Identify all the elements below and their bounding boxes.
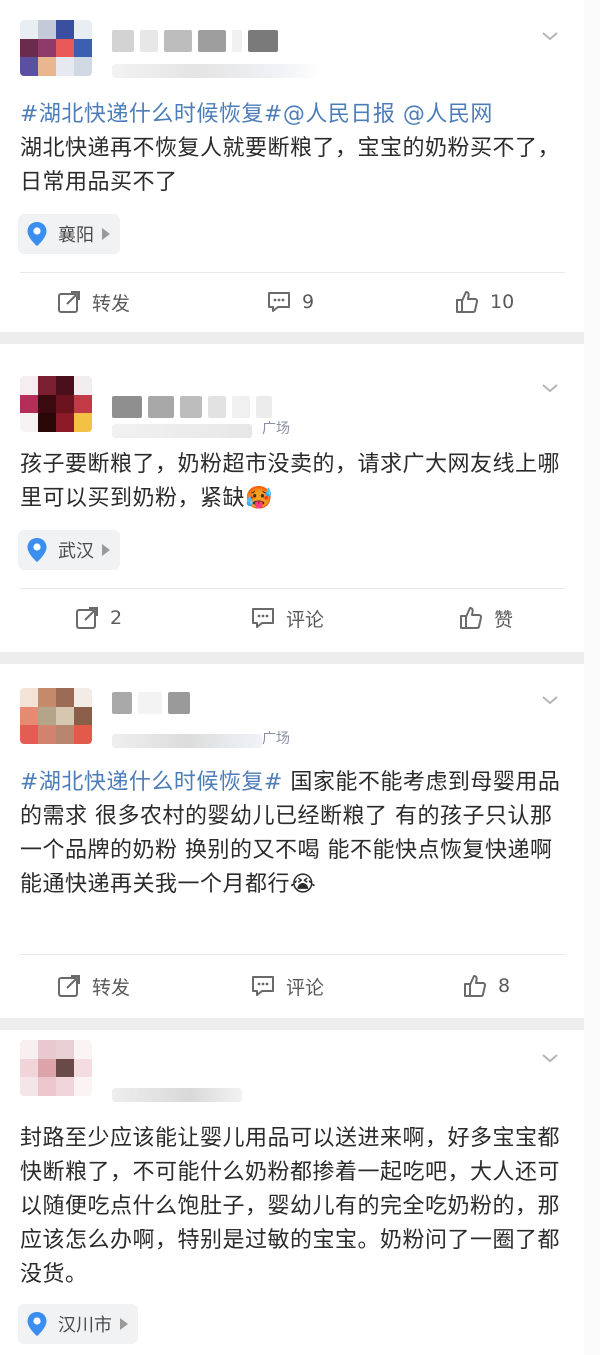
repost-button[interactable]: 转发 (56, 973, 130, 1000)
location-pin-icon (27, 538, 47, 562)
post-meta-blurred (112, 424, 252, 438)
location-label: 武汉 (58, 541, 94, 562)
thumbs-up-icon (456, 291, 479, 313)
avatar[interactable] (20, 688, 92, 744)
feed-separator (0, 652, 584, 664)
like-button[interactable]: 10 (454, 289, 514, 315)
post-text: 封路至少应该能让婴儿用品可以送进来啊，好多宝宝都快断粮了，不可能什么奶粉都掺着一… (20, 1122, 565, 1292)
chevron-right-icon (102, 544, 110, 556)
chevron-right-icon (120, 1318, 128, 1330)
username-blurred[interactable] (112, 692, 190, 714)
comment-label: 评论 (286, 976, 325, 999)
mention-link[interactable]: @人民网 (403, 102, 493, 127)
topic-link[interactable]: #湖北快递什么时候恢复# (20, 102, 283, 127)
post-body: 孩子要断粮了，奶粉超市没卖的，请求广大网友线上哪里可以买到奶粉，紧缺🥵 (20, 452, 561, 511)
comment-icon (268, 292, 290, 312)
location-pin-icon (27, 1312, 47, 1336)
location-label: 汉川市 (58, 1315, 112, 1336)
comment-button[interactable]: 9 (266, 289, 314, 315)
post-meta-blurred (112, 1088, 242, 1102)
share-icon (58, 975, 80, 997)
chevron-down-icon[interactable] (538, 24, 562, 48)
avatar[interactable] (20, 20, 92, 76)
chevron-down-icon[interactable] (538, 1046, 562, 1070)
post-source: 广场 (262, 421, 290, 437)
username-blurred[interactable] (112, 396, 272, 418)
post-text: #湖北快递什么时候恢复# 国家能不能考虑到母婴用品的需求 很多农村的婴幼儿已经断… (20, 766, 565, 902)
post-body: 湖北快递再不恢复人就要断粮了，宝宝的奶粉买不了，日常用品买不了 (20, 136, 561, 195)
like-button[interactable]: 8 (462, 973, 510, 999)
post-meta-blurred (112, 64, 322, 78)
post-card-4[interactable]: 封路至少应该能让婴儿用品可以送进来啊，好多宝宝都快断粮了，不可能什么奶粉都掺着一… (0, 1040, 584, 1355)
repost-count: 2 (110, 607, 123, 629)
location-tag[interactable]: 襄阳 (18, 214, 120, 254)
topic-link[interactable]: #湖北快递什么时候恢复# (20, 770, 283, 795)
comment-button[interactable]: 评论 (250, 605, 324, 632)
divider (20, 588, 565, 589)
action-bar: 2 评论 赞 (0, 598, 584, 638)
repost-button[interactable]: 2 (74, 605, 122, 631)
post-body: 封路至少应该能让婴儿用品可以送进来啊，好多宝宝都快断粮了，不可能什么奶粉都掺着一… (20, 1126, 561, 1287)
comment-count: 9 (302, 291, 315, 313)
like-count: 8 (498, 975, 511, 997)
feed-separator (0, 332, 584, 344)
thumbs-up-icon (464, 975, 487, 997)
repost-label: 转发 (92, 976, 131, 999)
post-card-2[interactable]: 广场 孩子要断粮了，奶粉超市没卖的，请求广大网友线上哪里可以买到奶粉，紧缺🥵 武… (0, 370, 584, 660)
avatar[interactable] (20, 376, 92, 432)
action-bar: 转发 评论 8 (0, 966, 584, 1006)
action-bar: 转发 9 10 (0, 282, 584, 322)
edge-strip (584, 0, 600, 1355)
share-icon (58, 291, 80, 313)
avatar[interactable] (20, 1040, 92, 1096)
post-meta-blurred (112, 734, 262, 748)
post-text: #湖北快递什么时候恢复#@人民日报 @人民网 湖北快递再不恢复人就要断粮了，宝宝… (20, 98, 565, 200)
post-card-3[interactable]: 广场 #湖北快递什么时候恢复# 国家能不能考虑到母婴用品的需求 很多农村的婴幼儿… (0, 682, 584, 1012)
repost-label: 转发 (92, 292, 131, 315)
location-pin-icon (27, 222, 47, 246)
share-icon (76, 607, 98, 629)
chevron-down-icon[interactable] (538, 688, 562, 712)
weibo-feed: #湖北快递什么时候恢复#@人民日报 @人民网 湖北快递再不恢复人就要断粮了，宝宝… (0, 0, 600, 1355)
comment-icon (252, 608, 274, 628)
chevron-right-icon (102, 228, 110, 240)
location-label: 襄阳 (58, 225, 94, 246)
like-count: 10 (490, 291, 515, 313)
like-button[interactable]: 赞 (458, 605, 513, 632)
thumbs-up-icon (460, 607, 483, 629)
chevron-down-icon[interactable] (538, 376, 562, 400)
username-blurred[interactable] (112, 30, 278, 52)
repost-button[interactable]: 转发 (56, 289, 130, 316)
comment-label: 评论 (286, 608, 325, 631)
post-card-1[interactable]: #湖北快递什么时候恢复#@人民日报 @人民网 湖北快递再不恢复人就要断粮了，宝宝… (0, 18, 584, 328)
post-text: 孩子要断粮了，奶粉超市没卖的，请求广大网友线上哪里可以买到奶粉，紧缺🥵 (20, 448, 565, 516)
comment-icon (252, 976, 274, 996)
divider (20, 272, 565, 273)
divider (20, 954, 565, 955)
comment-button[interactable]: 评论 (250, 973, 324, 1000)
feed-separator (0, 1018, 584, 1030)
location-tag[interactable]: 汉川市 (18, 1304, 138, 1344)
mention-link[interactable]: @人民日报 (283, 102, 396, 127)
like-label: 赞 (494, 608, 514, 631)
location-tag[interactable]: 武汉 (18, 530, 120, 570)
post-source: 广场 (262, 731, 290, 747)
